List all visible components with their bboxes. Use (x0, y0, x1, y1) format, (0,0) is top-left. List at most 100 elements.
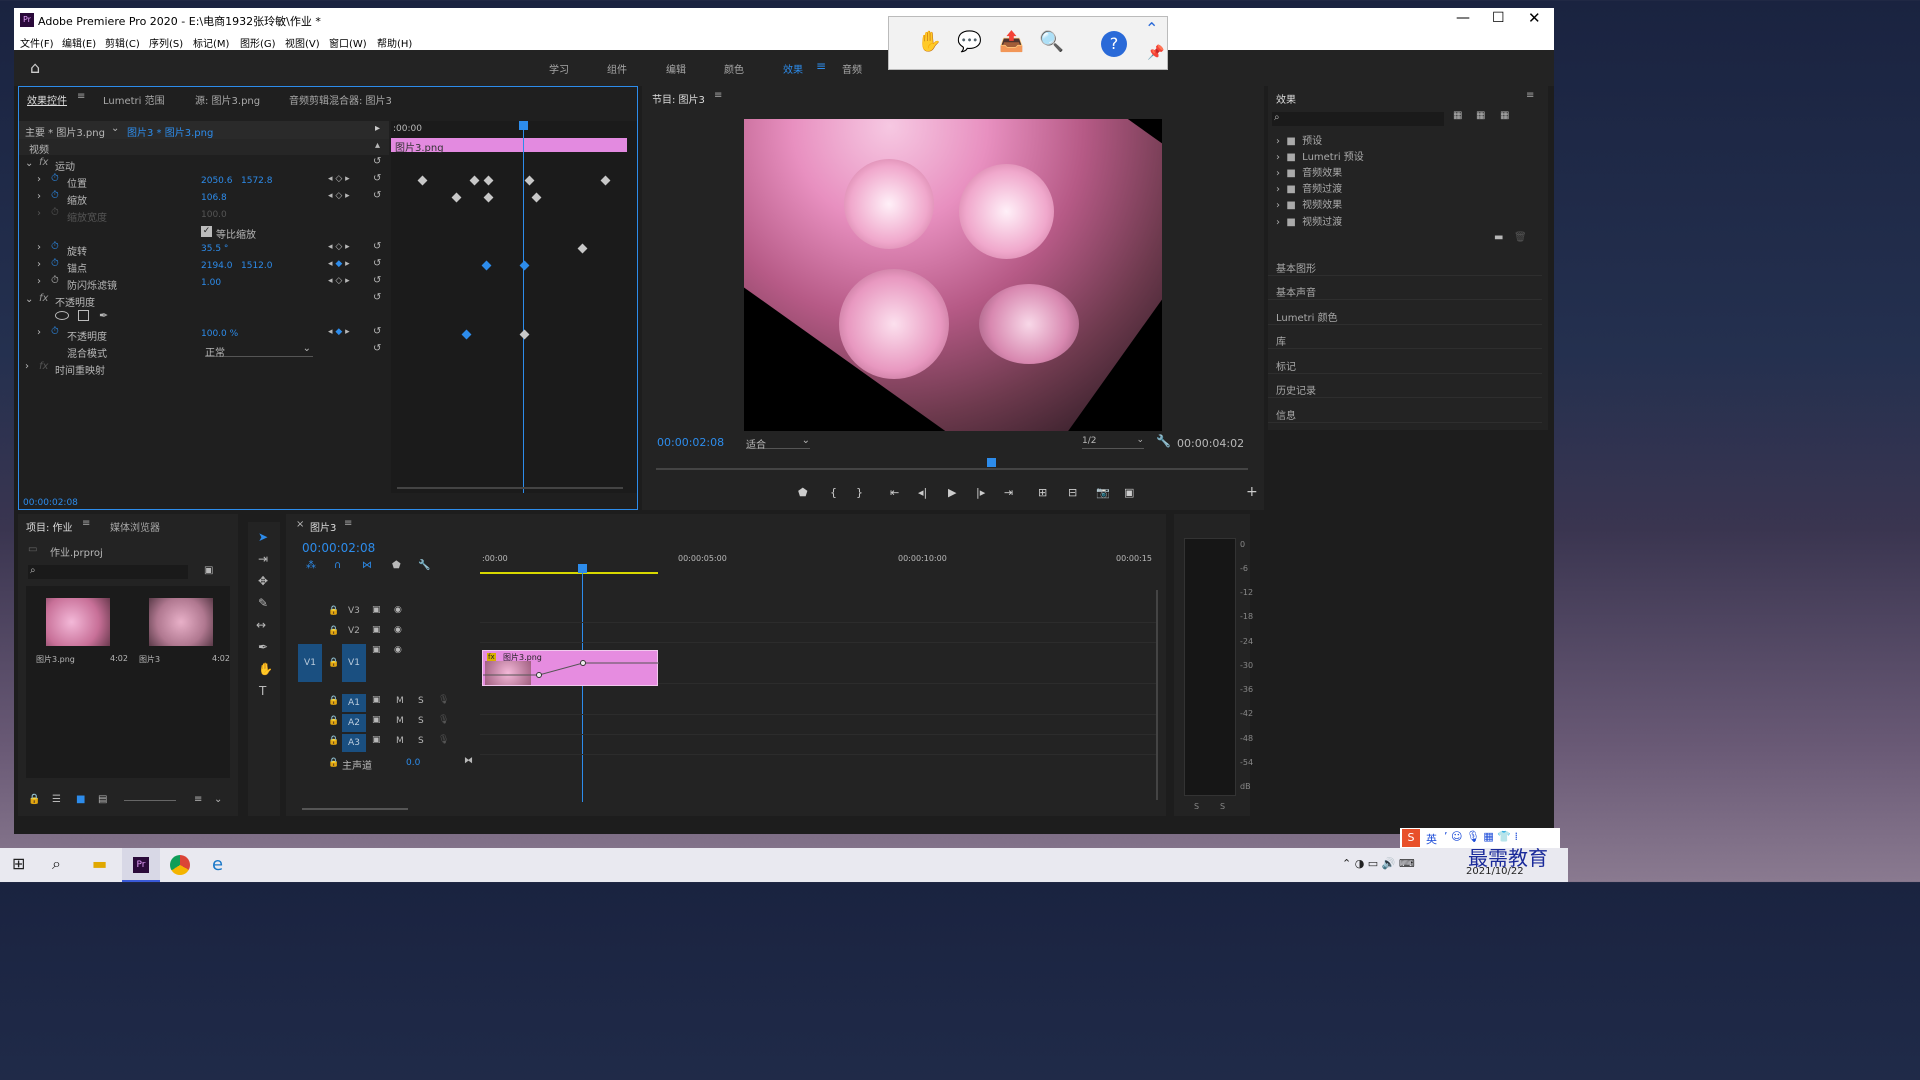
lift-icon[interactable]: ⊞ (1038, 486, 1047, 499)
timeline-playhead-handle[interactable] (578, 564, 587, 573)
reset-icon[interactable]: ↺ (373, 326, 381, 337)
track-select-icon[interactable]: ⇥ (258, 552, 268, 566)
wrench-icon[interactable]: 🔧 (418, 560, 430, 571)
solo-button[interactable]: S (418, 696, 424, 706)
panel-menu-icon[interactable]: ≡ (344, 518, 352, 529)
reset-icon[interactable]: ↺ (373, 275, 381, 286)
opacity-value[interactable]: 100.0 % (201, 329, 238, 339)
reset-icon[interactable]: ↺ (373, 292, 381, 303)
zoom-slider[interactable] (124, 800, 176, 801)
panel-menu-icon[interactable]: ≡ (1526, 90, 1534, 101)
play-small-icon[interactable]: ▸ (375, 123, 380, 134)
compare-icon[interactable]: ▣ (1124, 486, 1134, 499)
reset-icon[interactable]: ↺ (373, 173, 381, 184)
ws-audio[interactable]: 音频 (842, 61, 862, 76)
keyframe-nav-icon[interactable]: ◂ ◇ ▸ (328, 191, 350, 201)
track-target-v1[interactable]: V1 (342, 644, 366, 682)
pin-icon[interactable]: 📌 (1147, 45, 1164, 61)
lock-icon[interactable]: 🔒 (328, 758, 339, 768)
stopwatch-icon[interactable]: ⏱ (51, 190, 59, 201)
menu-file[interactable]: 文件(F) (20, 35, 54, 50)
hand-icon[interactable]: ✋ (917, 29, 942, 53)
hand-icon[interactable]: ✋ (258, 662, 273, 676)
sync-icon[interactable]: ▣ (372, 645, 381, 655)
anchor-y-value[interactable]: 1512.0 (241, 261, 273, 271)
thumb-image-1[interactable] (46, 598, 110, 646)
panel-menu-icon[interactable]: ≡ (77, 91, 85, 102)
program-scrubber[interactable] (656, 468, 1248, 470)
ec-keyframe-area[interactable]: :00:00 图片3.png (391, 121, 637, 493)
ec-zoom-scrollbar[interactable] (397, 487, 623, 489)
effects-title[interactable]: 效果 (1276, 91, 1296, 106)
keyframe[interactable] (524, 175, 535, 186)
list-view-icon[interactable]: ☰ (52, 794, 61, 805)
tab-project[interactable]: 项目: 作业 (26, 519, 73, 534)
reset-icon[interactable]: ↺ (373, 258, 381, 269)
keyframe[interactable] (469, 175, 480, 186)
help-icon[interactable]: ? (1101, 31, 1127, 57)
ws-effects[interactable]: 效果 (783, 61, 803, 76)
panel-menu-icon[interactable]: ≡ (82, 518, 90, 529)
master-clip-label[interactable]: 主要 * 图片3.png (25, 124, 105, 139)
track-target-a2[interactable]: A2 (342, 714, 366, 732)
menu-edit[interactable]: 编辑(E) (62, 35, 96, 50)
lock-icon[interactable]: 🔒 (328, 696, 339, 706)
stopwatch-icon[interactable]: ⏱ (51, 258, 59, 269)
master-volume-value[interactable]: 0.0 (406, 758, 420, 768)
ripple-edit-icon[interactable]: ✥ (258, 574, 268, 588)
folder-audio-effects[interactable]: › ■ 音频效果 (1276, 164, 1342, 179)
program-title[interactable]: 节目: 图片3 (652, 91, 705, 106)
menu-clip[interactable]: 剪辑(C) (105, 35, 140, 50)
sort-icon[interactable]: ≡ (194, 794, 202, 805)
folder-video-transitions[interactable]: › ■ 视频过渡 (1276, 213, 1342, 228)
keyframe-nav-icon[interactable]: ◂ ◇ ▸ (328, 242, 350, 252)
menu-view[interactable]: 视图(V) (285, 35, 320, 50)
keyframe[interactable] (417, 175, 428, 186)
menu-sequence[interactable]: 序列(S) (149, 35, 183, 50)
add-marker-icon[interactable]: ⬟ (392, 560, 401, 571)
reset-icon[interactable]: ↺ (373, 156, 381, 167)
collapse-up-icon[interactable]: ⌃ (1145, 19, 1158, 38)
lock-icon[interactable]: 🔒 (328, 716, 339, 726)
chevron-down-icon[interactable]: ⌄ (214, 794, 222, 805)
step-forward-icon[interactable]: |▸ (976, 486, 985, 499)
lane-a2[interactable] (480, 716, 1156, 735)
lock-icon[interactable]: 🔒 (328, 736, 339, 746)
ec-clip-bar[interactable]: 图片3.png (391, 138, 627, 154)
chrome-icon[interactable] (170, 855, 190, 875)
ec-playhead[interactable] (523, 121, 524, 493)
ec-playhead-handle[interactable] (519, 121, 528, 130)
menu-help[interactable]: 帮助(H) (377, 35, 412, 50)
sequence-clip-label[interactable]: 图片3 * 图片3.png (127, 124, 213, 139)
position-y-value[interactable]: 1572.8 (241, 176, 273, 186)
selection-tool-icon[interactable]: ➤ (258, 530, 268, 544)
lock-icon[interactable]: 🔒 (328, 606, 339, 616)
ws-color[interactable]: 颜色 (724, 61, 744, 76)
keyframe[interactable] (461, 329, 472, 340)
rotation-value[interactable]: 35.5 ° (201, 244, 228, 254)
stopwatch-icon[interactable]: ⏱ (51, 326, 59, 337)
stopwatch-icon[interactable]: ⏱ (51, 173, 59, 184)
keyframe[interactable] (451, 192, 462, 203)
thumb-image-2[interactable] (149, 598, 213, 646)
track-target-a3[interactable]: A3 (342, 734, 366, 752)
program-timecode[interactable]: 00:00:02:08 (657, 436, 724, 449)
play-icon[interactable]: ▶ (948, 486, 956, 499)
mute-button[interactable]: M (396, 736, 404, 746)
track-target-a1[interactable]: A1 (342, 694, 366, 712)
eye-icon[interactable]: ◉ (394, 645, 402, 655)
lock-icon[interactable]: 🔒 (328, 658, 339, 668)
project-search-input[interactable]: ⌕ (28, 565, 188, 579)
flicker-value[interactable]: 1.00 (201, 278, 221, 288)
section-markers[interactable]: 标记 (1268, 350, 1542, 374)
tab-source[interactable]: 源: 图片3.png (195, 92, 260, 107)
sync-icon[interactable]: ▣ (372, 605, 381, 615)
close-icon[interactable]: × (296, 519, 304, 530)
edge-icon[interactable]: e (212, 854, 223, 875)
blend-select[interactable]: 正常 ⌄ (205, 343, 313, 359)
position-x-value[interactable]: 2050.6 (201, 176, 233, 186)
linked-select-icon[interactable]: ⋈ (362, 560, 372, 571)
keyframe[interactable] (577, 243, 588, 254)
folder-audio-transitions[interactable]: › ■ 音频过渡 (1276, 180, 1342, 195)
mark-in-icon[interactable]: { (830, 486, 837, 499)
